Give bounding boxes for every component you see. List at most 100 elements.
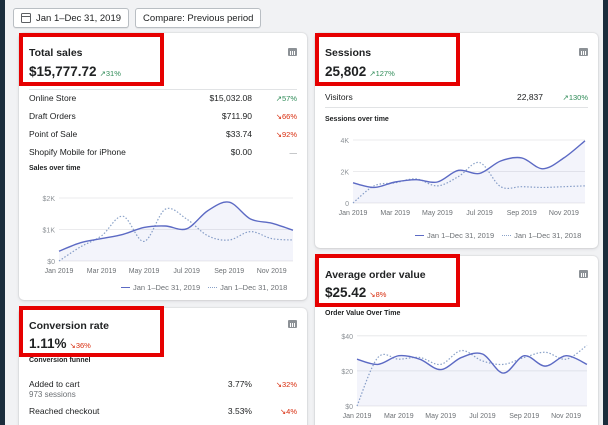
sessions-over-time-chart: 4K 2K 0 Jan 2019 Mar 2019 May 2019 Jul 2019 Sep… xyxy=(339,138,586,217)
aov-delta: ↘8% xyxy=(369,290,387,299)
legend-current[interactable]: Jan 1–Dec 31, 2019 xyxy=(121,283,200,292)
sales-legend: Jan 1–Dec 31, 2019 Jan 1–Dec 31, 2018 xyxy=(121,283,287,292)
funnel-row-pct: ↘32% xyxy=(275,379,297,389)
sales-channel-amount: $711.90 xyxy=(221,111,252,121)
legend-previous[interactable]: Jan 1–Dec 31, 2018 xyxy=(502,231,581,240)
legend-previous-label: Jan 1–Dec 31, 2018 xyxy=(514,231,582,240)
y-tick-label: 2K xyxy=(340,170,349,177)
sales-channel-pct-value: 66% xyxy=(281,111,297,121)
visitors-value: 22,837 xyxy=(517,92,543,102)
legend-current-label: Jan 1–Dec 31, 2019 xyxy=(427,231,495,240)
conversion-delta: ↘36% xyxy=(69,341,91,350)
sales-channel-row: Shopify Mobile for iPhone $0.00 — xyxy=(29,145,297,159)
sales-channel-amount: $15,032.08 xyxy=(209,93,252,103)
date-range-button[interactable]: Jan 1–Dec 31, 2019 xyxy=(13,8,130,28)
sales-chart-label: Sales over time xyxy=(29,165,81,172)
funnel-row-label: Reached checkout xyxy=(29,406,100,416)
y-tick-label: $0 xyxy=(345,404,353,411)
sales-channel-row: Draft Orders $711.90 ↘66% xyxy=(29,109,297,123)
calendar-icon xyxy=(21,13,31,23)
legend-previous[interactable]: Jan 1–Dec 31, 2018 xyxy=(208,283,287,292)
toolbar: Jan 1–Dec 31, 2019 Compare: Previous per… xyxy=(13,8,262,28)
sales-channel-label: Point of Sale xyxy=(29,129,78,139)
y-tick-label: 4K xyxy=(340,138,349,145)
sessions-value: 25,802 xyxy=(325,64,367,79)
x-tick-label: Sep 2019 xyxy=(214,268,244,275)
funnel-row-sub: 973 sessions xyxy=(29,390,76,399)
x-tick-label: May 2019 xyxy=(425,413,456,420)
conversion-rate-card: Conversion rate 1.11% ↘36% Conversion fun… xyxy=(19,308,307,425)
x-tick-label: Sep 2019 xyxy=(507,210,537,217)
aov-title: Average order value xyxy=(325,269,426,281)
sessions-delta: ↗127% xyxy=(369,69,395,78)
chart-icon[interactable] xyxy=(288,48,297,56)
sessions-card: Sessions 25,802 ↗127% Visitors 22,837 ↗13… xyxy=(315,33,598,248)
conversion-value-row: 1.11% ↘36% xyxy=(29,336,91,351)
x-tick-label: Jul 2019 xyxy=(469,413,496,420)
conversion-delta-value: 36% xyxy=(75,341,91,350)
total-sales-delta-value: 31% xyxy=(105,69,121,78)
funnel-row-pct-value: 32% xyxy=(281,379,297,389)
sales-channel-pct: ↗57% xyxy=(275,93,297,103)
x-tick-label: Nov 2019 xyxy=(257,268,287,275)
aov-value-row: $25.42 ↘8% xyxy=(325,285,386,300)
analytics-dashboard: Jan 1–Dec 31, 2019 Compare: Previous per… xyxy=(5,0,603,425)
sales-channel-pct-value: 57% xyxy=(281,93,297,103)
conversion-value: 1.11% xyxy=(29,336,67,351)
aov-chart-label: Order Value Over Time xyxy=(325,310,401,317)
legend-previous-label: Jan 1–Dec 31, 2018 xyxy=(220,283,288,292)
sessions-legend: Jan 1–Dec 31, 2019 Jan 1–Dec 31, 2018 xyxy=(415,231,581,240)
aov-delta-value: 8% xyxy=(375,290,387,299)
x-tick-label: Sep 2019 xyxy=(509,413,539,420)
legend-current-label: Jan 1–Dec 31, 2019 xyxy=(133,283,201,292)
visitors-pct-value: 130% xyxy=(568,92,588,102)
funnel-row-pct-value: 4% xyxy=(286,406,297,416)
conversion-title: Conversion rate xyxy=(29,320,109,332)
chart-icon[interactable] xyxy=(288,320,297,328)
chart-icon[interactable] xyxy=(579,270,588,278)
sales-channel-amount: $0.00 xyxy=(230,147,252,157)
sales-channel-amount: $33.74 xyxy=(226,129,252,139)
funnel-row-label: Added to cart xyxy=(29,379,80,389)
sales-channel-pct-value: — xyxy=(289,147,298,157)
y-tick-label: $1K xyxy=(43,228,56,235)
y-tick-label: $20 xyxy=(341,369,353,376)
sales-channel-label: Online Store xyxy=(29,93,77,103)
sessions-title: Sessions xyxy=(325,47,372,59)
y-tick-label: 0 xyxy=(345,201,349,208)
total-sales-value-row: $15,777.72 ↗31% xyxy=(29,64,121,79)
total-sales-value: $15,777.72 xyxy=(29,64,97,79)
sales-channel-label: Draft Orders xyxy=(29,111,76,121)
x-tick-label: Jan 2019 xyxy=(343,413,372,420)
date-range-label: Jan 1–Dec 31, 2019 xyxy=(36,12,122,24)
x-tick-label: May 2019 xyxy=(129,268,160,275)
series-area-current xyxy=(59,201,293,261)
x-tick-label: Nov 2019 xyxy=(551,413,581,420)
compare-label: Compare: Previous period xyxy=(143,12,254,24)
funnel-row-pct: ↘4% xyxy=(279,406,297,416)
sales-channel-label: Shopify Mobile for iPhone xyxy=(29,147,126,157)
funnel-row-amount: 3.53% xyxy=(227,406,252,416)
compare-button[interactable]: Compare: Previous period xyxy=(135,8,262,28)
funnel-label: Conversion funnel xyxy=(29,357,91,364)
y-tick-label: $40 xyxy=(341,334,353,341)
funnel-row-amount: 3.77% xyxy=(227,379,252,389)
series-area-current xyxy=(357,353,587,406)
sales-channel-pct: ↘92% xyxy=(275,129,297,139)
divider xyxy=(325,107,588,108)
divider xyxy=(29,89,297,90)
sessions-chart-label: Sessions over time xyxy=(325,116,389,123)
visitors-label: Visitors xyxy=(325,92,353,102)
funnel-row: Reached checkout 3.53% ↘4% xyxy=(29,404,297,418)
x-tick-label: Mar 2019 xyxy=(380,210,410,217)
x-tick-label: Mar 2019 xyxy=(87,268,117,275)
y-tick-label: $0 xyxy=(47,259,55,266)
total-sales-title: Total sales xyxy=(29,47,83,59)
legend-current[interactable]: Jan 1–Dec 31, 2019 xyxy=(415,231,494,240)
x-tick-label: Jan 2019 xyxy=(339,210,368,217)
chart-icon[interactable] xyxy=(579,48,588,56)
sales-channel-row: Online Store $15,032.08 ↗57% xyxy=(29,91,297,105)
funnel-row: Added to cart 3.77% ↘32% xyxy=(29,377,297,391)
sales-channel-pct: — xyxy=(252,147,298,157)
x-tick-label: Nov 2019 xyxy=(549,210,579,217)
